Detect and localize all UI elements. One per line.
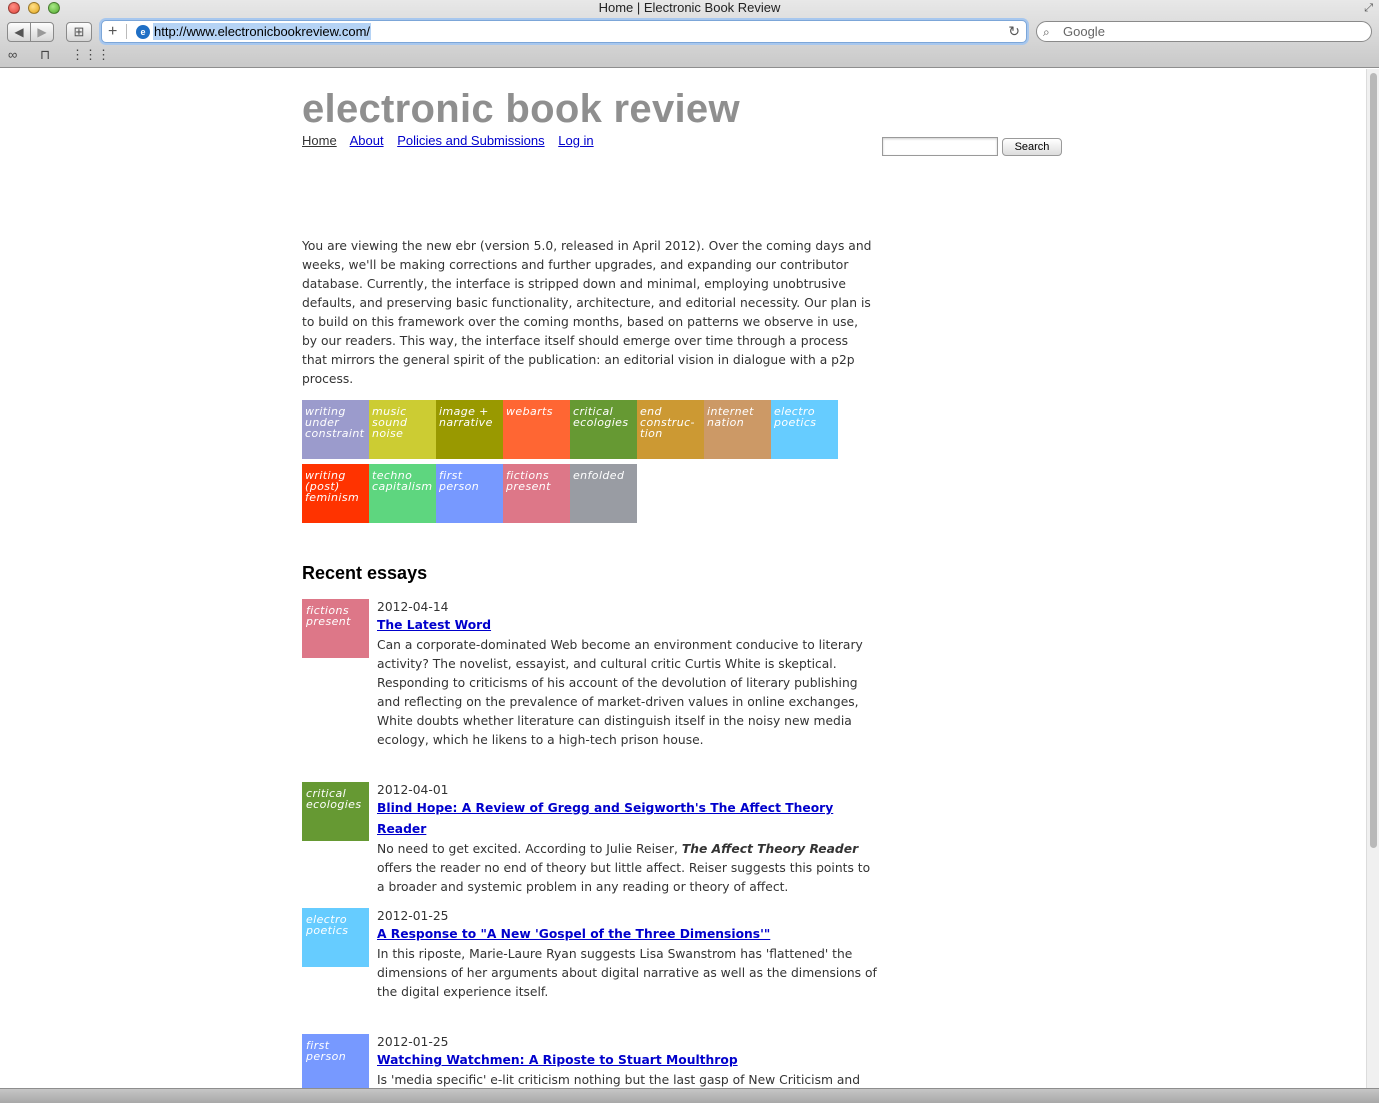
essay-body: 2012-04-01 Blind Hope: A Review of Gregg… bbox=[377, 782, 877, 897]
thread-tile[interactable]: enfolded bbox=[570, 464, 637, 523]
scrollbar-thumb[interactable] bbox=[1370, 73, 1377, 848]
browser-search-placeholder: Google bbox=[1063, 24, 1105, 39]
back-button[interactable]: ◀ bbox=[7, 22, 31, 42]
web-page: electronic book review Home About Polici… bbox=[0, 69, 1366, 1088]
recent-essays-heading: Recent essays bbox=[302, 563, 428, 583]
add-bookmark-button[interactable]: ⊞ bbox=[66, 22, 92, 42]
address-bar[interactable]: + e http://www.electronicbookreview.com/… bbox=[101, 20, 1027, 43]
bookmarks-book-icon[interactable]: ⊓ bbox=[40, 47, 50, 63]
magnifier-icon: ⌕ bbox=[1043, 25, 1050, 39]
thread-tile[interactable]: writing under constraint bbox=[302, 400, 369, 459]
vertical-scrollbar[interactable] bbox=[1366, 69, 1379, 1088]
site-nav: Home About Policies and Submissions Log … bbox=[302, 133, 604, 148]
site-favicon-icon: e bbox=[136, 25, 150, 39]
essay-thread-tile[interactable]: fictions present bbox=[302, 599, 369, 658]
essay-summary: In this riposte, Marie-Laure Ryan sugges… bbox=[377, 947, 877, 999]
essay-date: 2012-01-25 bbox=[377, 909, 449, 923]
essay-thread-tile[interactable]: critical ecologies bbox=[302, 782, 369, 841]
essay-date: 2012-04-14 bbox=[377, 600, 449, 614]
thread-tile[interactable]: first person bbox=[436, 464, 503, 523]
nav-home-link[interactable]: Home bbox=[302, 133, 337, 148]
essay-title-link[interactable]: Blind Hope: A Review of Gregg and Seigwo… bbox=[377, 798, 877, 840]
reload-icon[interactable]: ↻ bbox=[1008, 22, 1020, 41]
thread-tile[interactable]: webarts bbox=[503, 400, 570, 459]
thread-tile[interactable]: music sound noise bbox=[369, 400, 436, 459]
thread-tile[interactable]: techno capitalism bbox=[369, 464, 436, 523]
essay-thread-tile[interactable]: electro poetics bbox=[302, 908, 369, 967]
essay-date: 2012-01-25 bbox=[377, 1035, 449, 1049]
forward-button[interactable]: ▶ bbox=[30, 22, 54, 42]
back-arrow-icon: ◀ bbox=[14, 25, 24, 39]
forward-arrow-icon: ▶ bbox=[37, 25, 47, 39]
address-divider bbox=[126, 24, 127, 39]
plus-icon[interactable]: + bbox=[108, 22, 117, 41]
browser-search-field[interactable]: ⌕ Google bbox=[1036, 21, 1372, 42]
essay-body: 2012-01-25 Watching Watchmen: A Riposte … bbox=[377, 1034, 877, 1088]
essay-date: 2012-04-01 bbox=[377, 783, 449, 797]
essay-thread-tile[interactable]: first person bbox=[302, 1034, 369, 1088]
thread-tile[interactable]: internet nation bbox=[704, 400, 771, 459]
nav-about-link[interactable]: About bbox=[350, 133, 384, 148]
essay-body: 2012-01-25 A Response to "A New 'Gospel … bbox=[377, 908, 877, 1002]
site-search-button[interactable]: Search bbox=[1002, 138, 1062, 156]
thread-tile[interactable]: critical ecologies bbox=[570, 400, 637, 459]
url-text[interactable]: http://www.electronicbookreview.com/ bbox=[153, 23, 372, 40]
top-sites-grid-icon[interactable]: ⋮⋮⋮ bbox=[71, 47, 110, 63]
site-search-input[interactable] bbox=[882, 137, 998, 156]
thread-tile[interactable]: writing (post) feminism bbox=[302, 464, 369, 523]
essay-summary: Is 'media specific' e-lit criticism noth… bbox=[377, 1073, 861, 1087]
bookmark-icon: ⊞ bbox=[73, 24, 85, 39]
status-bar bbox=[0, 1088, 1379, 1103]
browser-toolbar: Home | Electronic Book Review ⤢ ◀ ▶ ⊞ + … bbox=[0, 0, 1379, 68]
book-title-emphasis: The Affect Theory Reader bbox=[681, 842, 859, 856]
thread-tile[interactable]: end construc-tion bbox=[637, 400, 704, 459]
nav-login-link[interactable]: Log in bbox=[558, 133, 593, 148]
window-title: Home | Electronic Book Review bbox=[598, 0, 781, 15]
essay-body: 2012-04-14 The Latest Word Can a corpora… bbox=[377, 599, 877, 750]
site-title: electronic book review bbox=[302, 87, 740, 131]
essay-title-link[interactable]: Watching Watchmen: A Riposte to Stuart M… bbox=[377, 1050, 877, 1071]
title-bar: Home | Electronic Book Review ⤢ bbox=[0, 0, 1379, 16]
essay-title-link[interactable]: A Response to "A New 'Gospel of the Thre… bbox=[377, 924, 877, 945]
thread-tile[interactable]: fictions present bbox=[503, 464, 570, 523]
essay-summary-text: offers the reader no end of theory but l… bbox=[377, 861, 871, 894]
essay-summary-text: No need to get excited. According to Jul… bbox=[377, 842, 682, 856]
nav-policies-link[interactable]: Policies and Submissions bbox=[397, 133, 544, 148]
fullscreen-icon[interactable]: ⤢ bbox=[1364, 2, 1373, 15]
essay-summary: Can a corporate-dominated Web become an … bbox=[377, 638, 863, 747]
essay-title-link[interactable]: The Latest Word bbox=[377, 615, 877, 636]
thread-tile[interactable]: image + narrative bbox=[436, 400, 503, 459]
intro-paragraph: You are viewing the new ebr (version 5.0… bbox=[302, 239, 872, 386]
thread-tile[interactable]: electro poetics bbox=[771, 400, 838, 459]
essay-summary: No need to get excited. According to Jul… bbox=[377, 840, 877, 897]
reading-list-icon[interactable]: ∞ bbox=[8, 47, 17, 63]
